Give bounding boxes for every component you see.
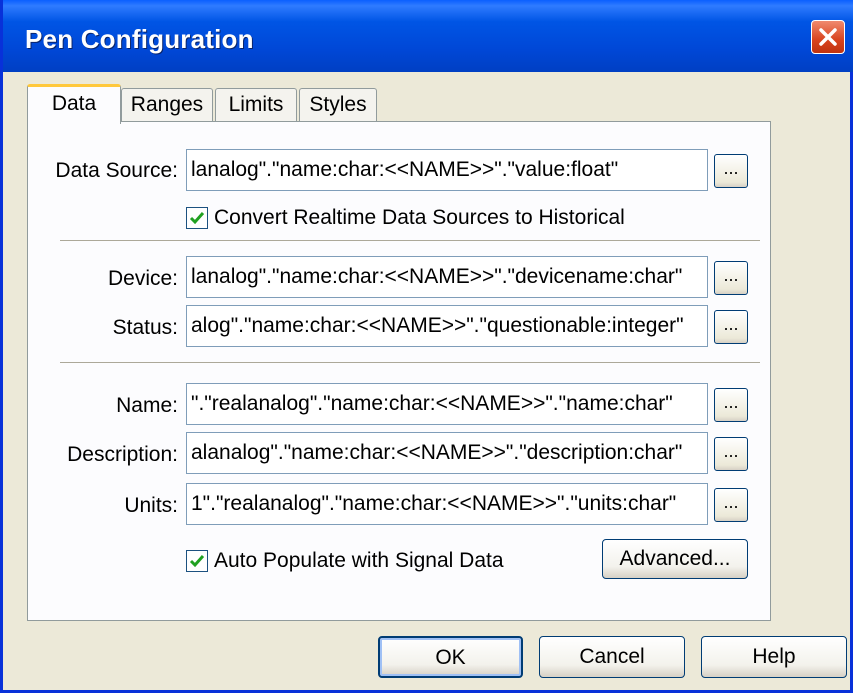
advanced-button[interactable]: Advanced... bbox=[602, 539, 748, 579]
tab-ranges[interactable]: Ranges bbox=[121, 88, 213, 122]
convert-realtime-label: Convert Realtime Data Sources to Histori… bbox=[214, 206, 625, 229]
data-tab-panel: Data Source: lanalog"."name:char:<<NAME>… bbox=[27, 121, 771, 621]
close-icon bbox=[819, 28, 837, 46]
units-browse-button[interactable]: ... bbox=[714, 488, 748, 522]
title-bar[interactable]: Pen Configuration bbox=[3, 0, 853, 72]
separator bbox=[60, 362, 760, 363]
description-browse-button[interactable]: ... bbox=[714, 437, 748, 471]
units-field[interactable]: 1"."realanalog"."name:char:<<NAME>>"."un… bbox=[186, 483, 708, 525]
tab-data[interactable]: Data bbox=[27, 84, 121, 124]
device-browse-button[interactable]: ... bbox=[714, 261, 748, 295]
auto-populate-checkbox[interactable] bbox=[186, 550, 208, 572]
cancel-button[interactable]: Cancel bbox=[539, 636, 685, 678]
pen-configuration-dialog: Pen Configuration Data Ranges Limits Sty… bbox=[0, 0, 853, 693]
convert-realtime-row[interactable]: Convert Realtime Data Sources to Histori… bbox=[186, 206, 625, 230]
status-label: Status: bbox=[112, 316, 178, 339]
convert-realtime-checkbox[interactable] bbox=[186, 207, 208, 229]
auto-populate-label: Auto Populate with Signal Data bbox=[214, 549, 504, 572]
name-field[interactable]: "."realanalog"."name:char:<<NAME>>"."nam… bbox=[186, 383, 708, 425]
data-source-browse-button[interactable]: ... bbox=[714, 154, 748, 188]
separator bbox=[60, 240, 760, 241]
name-label: Name: bbox=[116, 394, 178, 417]
status-field[interactable]: alog"."name:char:<<NAME>>"."questionable… bbox=[186, 305, 708, 347]
ok-button[interactable]: OK bbox=[378, 636, 523, 678]
dialog-title: Pen Configuration bbox=[25, 24, 254, 54]
data-source-label: Data Source: bbox=[55, 159, 178, 182]
help-button[interactable]: Help bbox=[701, 636, 847, 678]
device-field[interactable]: lanalog"."name:char:<<NAME>>"."devicenam… bbox=[186, 256, 708, 298]
name-browse-button[interactable]: ... bbox=[714, 388, 748, 422]
tab-styles[interactable]: Styles bbox=[299, 88, 377, 122]
checkmark-icon bbox=[189, 212, 205, 225]
description-label: Description: bbox=[67, 443, 178, 466]
units-label: Units: bbox=[124, 494, 178, 517]
data-source-field[interactable]: lanalog"."name:char:<<NAME>>"."value:flo… bbox=[186, 149, 708, 191]
tab-limits[interactable]: Limits bbox=[215, 88, 297, 122]
device-label: Device: bbox=[107, 267, 178, 290]
auto-populate-row[interactable]: Auto Populate with Signal Data bbox=[186, 549, 504, 573]
close-button[interactable] bbox=[811, 20, 845, 54]
status-browse-button[interactable]: ... bbox=[714, 310, 748, 344]
checkmark-icon bbox=[189, 555, 205, 568]
description-field[interactable]: alanalog"."name:char:<<NAME>>"."descript… bbox=[186, 432, 708, 474]
